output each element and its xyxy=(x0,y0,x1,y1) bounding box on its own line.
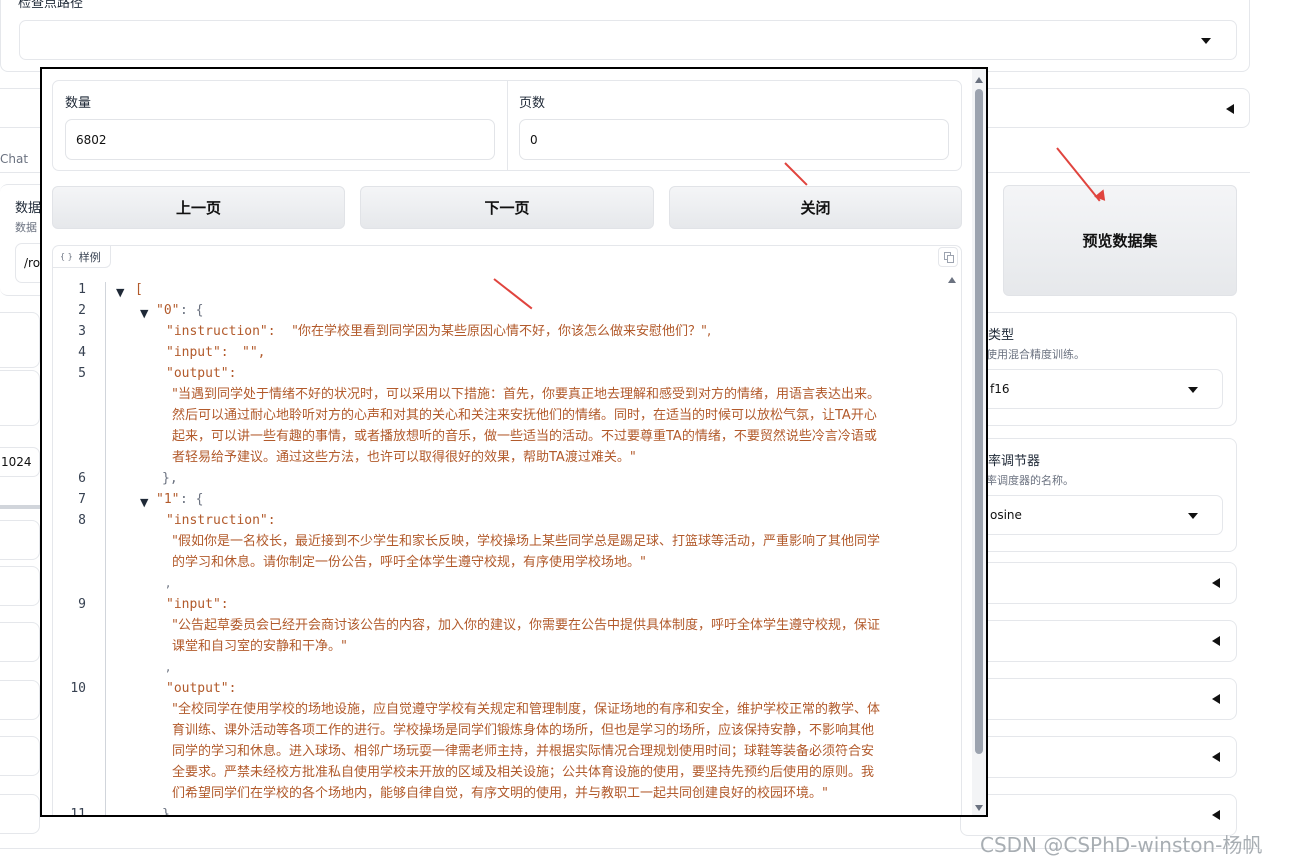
count-input[interactable]: 6802 xyxy=(65,119,495,160)
collapsed-panel-2[interactable] xyxy=(960,620,1237,662)
left-strip-8 xyxy=(0,794,40,834)
fields-divider xyxy=(507,81,508,170)
lr-scheduler-desc: 率调度器的名称。 xyxy=(986,474,1074,487)
sample-tab: { } 样例 xyxy=(53,246,111,268)
line-number: 10 xyxy=(70,681,86,696)
value-output-1-line: 全要求。严禁未经校方批准私自使用学校未开放的区域及相关设施；公共体育设施的使用，… xyxy=(172,765,875,780)
fold-caret-icon[interactable]: ▼ xyxy=(140,496,148,509)
open-bracket: [ xyxy=(135,282,143,297)
value-input-1-line: "公告起草委员会已经开会商讨该公告的内容，加入你的建议，你需要在公告中提供具体制… xyxy=(172,618,880,633)
collapse-arrow-icon[interactable] xyxy=(1212,810,1220,820)
collapse-arrow-icon[interactable] xyxy=(1226,104,1234,114)
colon-brace: : { xyxy=(180,492,204,507)
left-strip-7 xyxy=(0,736,40,776)
value-output-0-line: 然后可以通过耐心地聆听对方的心声和对其的关心和关注来安抚他们的情绪。同时，在适当… xyxy=(172,408,877,423)
line-number: 1 xyxy=(78,282,86,297)
lr-scheduler-select[interactable]: osine xyxy=(975,495,1223,535)
key-output: "output": xyxy=(166,366,237,381)
line-number: 11 xyxy=(70,807,86,817)
chevron-down-icon[interactable] xyxy=(1188,513,1198,519)
collapse-arrow-icon[interactable] xyxy=(1212,752,1220,762)
dataset-label: 数据 xyxy=(15,201,42,216)
line-number: 3 xyxy=(78,324,86,339)
key-instruction: "instruction": xyxy=(166,513,276,528)
slider-track[interactable] xyxy=(0,505,40,509)
value-output-0-line: "当遇到同学处于情绪不好的状况时，可以采用以下措施：首先，你要真正地去理解和感受… xyxy=(172,387,880,402)
value-output-1-line: 们希望同学们在学校的各个场地内，能够自律自觉，有序文明的使用，并与教职工一起共同… xyxy=(172,786,828,801)
left-strip-5 xyxy=(0,622,40,662)
scroll-down-icon[interactable] xyxy=(975,805,983,811)
line-number: 8 xyxy=(78,513,86,528)
prev-page-button[interactable]: 上一页 xyxy=(52,186,345,229)
count-label: 数量 xyxy=(65,96,92,111)
copy-icon[interactable] xyxy=(938,247,958,267)
collapsed-panel-1[interactable] xyxy=(960,562,1237,604)
cutoff-input[interactable]: 1024 xyxy=(0,447,40,477)
scrollbar-thumb[interactable] xyxy=(975,89,983,754)
value-instruction-0: "你在学校里看到同学因为某些原因心情不好，你该怎么做来安慰他们？", xyxy=(292,324,712,339)
compute-type-label: 类型 xyxy=(988,328,1015,343)
left-strip-2 xyxy=(0,370,40,426)
sample-tab-label: 样例 xyxy=(78,250,101,264)
page-input[interactable]: 0 xyxy=(519,119,949,160)
page-label: 页数 xyxy=(519,96,546,111)
left-strip-1 xyxy=(0,312,40,368)
collapse-arrow-icon[interactable] xyxy=(1212,694,1220,704)
key-input: "input": xyxy=(166,597,229,612)
value-instruction-1-line: "假如你是一名校长，最近接到不少学生和家长反映，学校操场上某些同学总是踢足球、打… xyxy=(172,534,880,549)
collapsed-panel-4[interactable] xyxy=(960,736,1237,778)
fold-caret-icon[interactable]: ▼ xyxy=(116,286,124,299)
close-brace: }, xyxy=(162,807,178,817)
left-strip-6 xyxy=(0,680,40,720)
chevron-down-icon[interactable] xyxy=(1188,387,1198,393)
close-button[interactable]: 关闭 xyxy=(669,186,962,229)
lr-scheduler-label: 率调节器 xyxy=(988,454,1041,469)
scroll-up-icon[interactable] xyxy=(975,77,983,83)
next-page-button[interactable]: 下一页 xyxy=(360,186,654,229)
value-output-0-line: 起来，可以讲一些有趣的事情，或者播放想听的音乐，做一些适当的活动。不过要尊重TA… xyxy=(172,429,877,444)
line-number: 7 xyxy=(78,492,86,507)
key-output: "output": xyxy=(166,681,237,696)
comma: , xyxy=(166,576,171,591)
line-number: 6 xyxy=(78,471,86,486)
value-input-1-line: 课堂和自习室的安静和干净。" xyxy=(172,639,347,654)
json-icon: { } xyxy=(60,252,73,261)
key-instruction: "instruction": xyxy=(166,324,276,339)
line-number: 4 xyxy=(78,345,86,360)
collapse-arrow-icon[interactable] xyxy=(1212,578,1220,588)
comma: , xyxy=(166,660,171,675)
compute-type-desc: 使用混合精度训练。 xyxy=(986,348,1085,361)
compute-type-select[interactable]: f16 xyxy=(975,369,1223,409)
left-strip-3 xyxy=(0,520,40,560)
preview-dataset-button[interactable]: 预览数据集 xyxy=(1003,185,1237,296)
chat-tab[interactable]: Chat xyxy=(0,152,28,166)
code-gutter-divider xyxy=(105,282,106,815)
dataset-preview-modal: 数量 6802 页数 0 上一页 下一页 关闭 { } 样例 1 2 3 4 5… xyxy=(40,67,988,817)
line-number: 9 xyxy=(78,597,86,612)
code-scroll-up-icon[interactable] xyxy=(948,277,956,283)
close-brace: }, xyxy=(162,471,178,486)
item-key-1: "1" xyxy=(156,492,180,507)
checkpoint-label: 检查点路径 xyxy=(18,0,84,11)
chevron-down-icon[interactable] xyxy=(1201,38,1211,44)
value-output-1-line: "全校同学在使用学校的场地设施，应自觉遵守学校有关规定和管理制度，保证场地的有序… xyxy=(172,702,880,717)
watermark: CSDN @CSPhD-winston-杨帆 xyxy=(980,833,1263,857)
value-instruction-1-line: 的学习和休息。请你制定一份公告，呼吁全体学生遵守校规，有序使用学校场地。" xyxy=(172,555,646,570)
colon-brace: : { xyxy=(180,303,204,318)
value-output-1-line: 同学的学习和休息。进入球场、相邻广场玩耍一律需老师主持，并根据实际情况合理规划使… xyxy=(172,744,875,759)
line-number: 2 xyxy=(78,303,86,318)
item-key-0: "0" xyxy=(156,303,180,318)
dataset-sub: 数据 xyxy=(15,221,37,234)
line-number: 5 xyxy=(78,366,86,381)
key-input: "input": xyxy=(166,345,229,360)
collapse-arrow-icon[interactable] xyxy=(1212,636,1220,646)
checkpoint-select[interactable] xyxy=(19,20,1237,60)
collapsed-panel-3[interactable] xyxy=(960,678,1237,720)
left-strip-4 xyxy=(0,566,40,606)
value-input-0: "", xyxy=(242,345,266,360)
value-output-1-line: 育训练、课外活动等各项工作的进行。学校操场是同学们锻炼身体的场所，但也是学习的场… xyxy=(172,723,875,738)
value-output-0-line: 者轻易给予建议。通过这些方法，也许可以取得很好的效果，帮助TA渡过难关。" xyxy=(172,450,636,465)
fold-caret-icon[interactable]: ▼ xyxy=(140,307,148,320)
